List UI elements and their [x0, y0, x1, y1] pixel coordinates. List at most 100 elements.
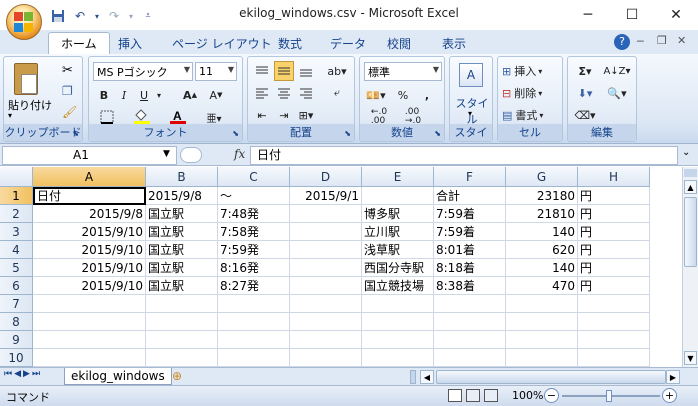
grid-cell[interactable]: [362, 187, 434, 205]
grid-cell[interactable]: 7:59発: [218, 241, 290, 259]
alignment-launcher-icon[interactable]: ⬊: [344, 129, 351, 138]
row-header[interactable]: 7: [0, 295, 33, 313]
styles-dropdown-icon[interactable]: ▾: [468, 109, 472, 118]
select-all-corner[interactable]: [0, 167, 33, 187]
align-bottom-icon[interactable]: [296, 61, 316, 81]
cut-icon[interactable]: ✂: [62, 63, 73, 78]
comma-icon[interactable]: ,: [418, 85, 436, 105]
horizontal-scroll-thumb[interactable]: [436, 370, 666, 384]
help-icon[interactable]: ?: [614, 34, 630, 50]
sheet-nav-icon[interactable]: ⏮◀▶⏭: [4, 369, 42, 379]
column-header[interactable]: C: [218, 167, 290, 187]
redo-dropdown-icon[interactable]: ▾: [128, 8, 134, 24]
zoom-out-icon[interactable]: −: [544, 388, 559, 403]
maximize-button[interactable]: ☐: [610, 0, 654, 30]
scroll-up-icon[interactable]: ▲: [684, 180, 697, 194]
scroll-left-icon[interactable]: ◀: [420, 370, 434, 384]
grid-cell[interactable]: 円: [578, 223, 650, 241]
customize-qat-icon[interactable]: ⩡: [140, 8, 156, 24]
grid-cell[interactable]: [290, 223, 362, 241]
worksheet-grid[interactable]: A B C D E F G H 1 日付 2015/9/8 ～ 2015/9/1 合計 23180 円 2 201…: [0, 167, 682, 367]
grid-cell[interactable]: 国立駅: [146, 241, 218, 259]
active-cell[interactable]: 日付: [33, 187, 146, 205]
scroll-right-icon[interactable]: ▶: [666, 370, 680, 384]
grid-cell[interactable]: 7:58発: [218, 223, 290, 241]
autosum-icon[interactable]: Σ▾: [572, 61, 598, 81]
number-format-select[interactable]: 標準 ▼: [364, 62, 442, 81]
grid-cell[interactable]: 円: [578, 241, 650, 259]
decrease-font-icon[interactable]: A ▼: [205, 85, 227, 105]
grid-cell[interactable]: [33, 331, 146, 349]
grid-cell[interactable]: [146, 313, 218, 331]
fill-icon[interactable]: ⬇▾: [572, 83, 598, 103]
grid-cell[interactable]: 2015/9/8: [146, 187, 218, 205]
row-header[interactable]: 2: [0, 205, 33, 223]
align-top-icon[interactable]: [252, 61, 272, 81]
row-header[interactable]: 9: [0, 331, 33, 349]
sheet-tab-ekilog[interactable]: ekilog_windows: [64, 368, 172, 385]
find-select-icon[interactable]: 🔍▾: [602, 83, 632, 103]
grid-cell[interactable]: 620: [506, 241, 578, 259]
grid-cell[interactable]: [290, 313, 362, 331]
underline-dropdown-icon[interactable]: ▾: [155, 85, 163, 105]
bold-icon[interactable]: B: [95, 85, 113, 105]
grid-cell[interactable]: 2015/9/8: [33, 205, 146, 223]
styles-icon[interactable]: A: [459, 63, 483, 87]
tab-split-handle[interactable]: [410, 370, 416, 384]
row-header[interactable]: 3: [0, 223, 33, 241]
tab-home[interactable]: ホーム: [48, 32, 110, 54]
increase-indent-icon[interactable]: ⇥: [274, 105, 294, 125]
sort-filter-icon[interactable]: A↓Z▾: [602, 61, 632, 81]
grid-cell[interactable]: [434, 313, 506, 331]
row-header[interactable]: 5: [0, 259, 33, 277]
grid-cell[interactable]: [434, 349, 506, 367]
redo-icon[interactable]: ↷: [106, 8, 122, 24]
grid-cell[interactable]: [578, 331, 650, 349]
insert-cells-button[interactable]: ⊞ 挿入 ▾: [502, 61, 560, 81]
doc-minimize-icon[interactable]: ─: [637, 35, 644, 48]
format-cells-button[interactable]: ▤ 書式 ▾: [502, 105, 560, 125]
doc-restore-icon[interactable]: ❐: [657, 34, 667, 47]
tab-formulas[interactable]: 数式: [266, 32, 314, 54]
copy-icon[interactable]: ❐: [62, 84, 73, 98]
grid-cell[interactable]: [218, 349, 290, 367]
grid-cell[interactable]: 140: [506, 259, 578, 277]
expand-formula-icon[interactable]: ⌄: [682, 147, 690, 158]
grid-cell[interactable]: 円: [578, 277, 650, 295]
formula-input[interactable]: 日付: [250, 146, 678, 165]
grid-cell[interactable]: ～: [218, 187, 290, 205]
clipboard-launcher-icon[interactable]: ⬊: [72, 129, 79, 138]
row-header[interactable]: 1: [0, 187, 33, 205]
grid-cell[interactable]: 国立駅: [146, 259, 218, 277]
grid-cell[interactable]: 2015/9/10: [33, 259, 146, 277]
grid-cell[interactable]: 23180: [506, 187, 578, 205]
row-header[interactable]: 4: [0, 241, 33, 259]
grid-cell[interactable]: [434, 331, 506, 349]
grid-cell[interactable]: [290, 241, 362, 259]
grid-cell[interactable]: 円: [578, 205, 650, 223]
font-size-select[interactable]: 11 ▼: [195, 62, 237, 81]
grid-cell[interactable]: 140: [506, 223, 578, 241]
zoom-slider-thumb[interactable]: [606, 390, 612, 402]
minimize-button[interactable]: ─: [566, 0, 610, 30]
paste-dropdown-icon[interactable]: ▾: [8, 111, 12, 120]
office-button[interactable]: [6, 4, 42, 40]
grid-cell[interactable]: [218, 331, 290, 349]
normal-view-icon[interactable]: [448, 389, 462, 402]
grid-cell[interactable]: 8:01着: [434, 241, 506, 259]
vertical-scrollbar[interactable]: ▲ ▼: [682, 167, 698, 367]
grid-cell[interactable]: [33, 349, 146, 367]
grid-cell[interactable]: 国立駅: [146, 205, 218, 223]
decrease-indent-icon[interactable]: ⇤: [252, 105, 272, 125]
grid-cell[interactable]: 7:59着: [434, 223, 506, 241]
tab-insert[interactable]: 挿入: [106, 32, 154, 54]
font-name-select[interactable]: MS Pゴシック ▼: [93, 62, 193, 81]
align-center-icon[interactable]: [274, 83, 294, 103]
column-header[interactable]: E: [362, 167, 434, 187]
grid-cell[interactable]: [146, 331, 218, 349]
column-header[interactable]: B: [146, 167, 218, 187]
column-header[interactable]: A: [33, 167, 146, 187]
tab-data[interactable]: データ: [318, 32, 378, 54]
grid-cell[interactable]: [362, 313, 434, 331]
scroll-thumb[interactable]: [684, 197, 697, 267]
